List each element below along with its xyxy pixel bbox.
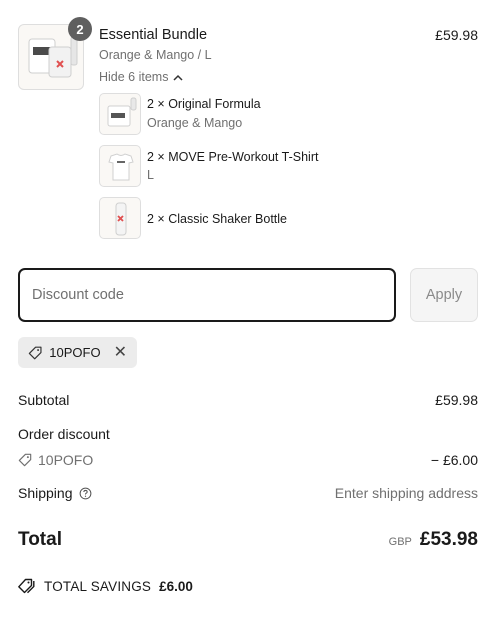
- shipping-value: Enter shipping address: [334, 485, 478, 501]
- bundle-item-label: 2 × Classic Shaker Bottle: [147, 212, 287, 226]
- order-discount-value: − £6.00: [430, 452, 478, 468]
- bundle-item-image: [99, 93, 141, 135]
- bundle-item-variant: L: [147, 168, 154, 182]
- bundle-item-label: 2 × Original Formula: [147, 97, 261, 111]
- apply-discount-button[interactable]: Apply: [410, 268, 478, 322]
- chevron-up-icon: [173, 74, 184, 81]
- order-discount-label: Order discount: [18, 426, 110, 442]
- applied-discount-chip: 10POFO ✕: [18, 337, 137, 368]
- product-title: Essential Bundle: [99, 27, 208, 43]
- shipping-row: Shipping: [18, 485, 92, 501]
- hide-items-label: Hide 6 items: [99, 70, 169, 84]
- help-circle-icon[interactable]: [79, 487, 92, 500]
- total-value: £53.98: [419, 529, 478, 550]
- tag-icon: [18, 453, 32, 467]
- subtotal-value: £59.98: [435, 392, 478, 408]
- bundle-item-image: [99, 197, 141, 239]
- hide-items-toggle[interactable]: Hide 6 items: [99, 70, 184, 84]
- tag-icon: [28, 346, 42, 359]
- order-discount-code-row: 10POFO: [18, 452, 93, 468]
- tags-icon: [18, 578, 35, 594]
- product-price: £59.98: [435, 27, 478, 43]
- currency-code: GBP: [388, 536, 412, 548]
- applied-discount-code: 10POFO: [49, 345, 101, 360]
- order-discount-code: 10POFO: [38, 452, 94, 468]
- subtotal-label: Subtotal: [18, 392, 70, 408]
- total-savings-value: £6.00: [159, 578, 193, 594]
- product-variant: Orange & Mango / L: [99, 48, 212, 62]
- shipping-label: Shipping: [18, 485, 73, 501]
- total-label: Total: [18, 529, 62, 550]
- total-amount: GBP £53.98: [389, 529, 478, 551]
- close-icon[interactable]: ✕: [114, 344, 127, 361]
- total-savings-label: TOTAL SAVINGS: [44, 578, 152, 594]
- bundle-item-variant: Orange & Mango: [147, 116, 243, 130]
- discount-code-input[interactable]: [18, 268, 396, 322]
- bundle-item-label: 2 × MOVE Pre-Workout T-Shirt: [147, 150, 319, 164]
- total-savings: TOTAL SAVINGS £6.00: [18, 578, 193, 594]
- bundle-item-image: [99, 145, 141, 187]
- quantity-badge: 2: [68, 17, 92, 41]
